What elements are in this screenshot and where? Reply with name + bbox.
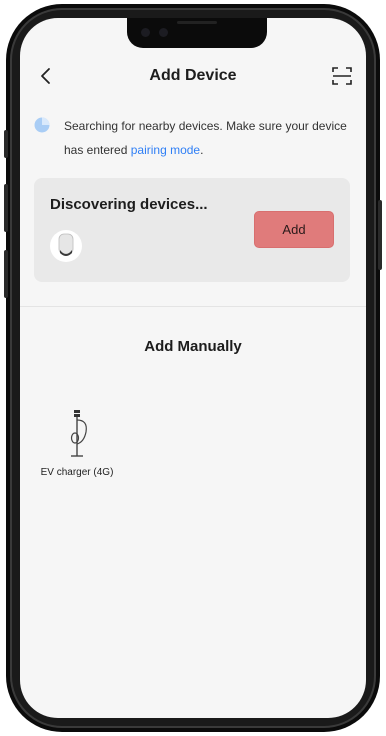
add-device-button[interactable]: Add	[254, 211, 334, 248]
camera-lens	[141, 28, 150, 37]
hint-text-main: Searching for nearby devices. Make sure …	[64, 119, 347, 157]
discovery-title: Discovering devices...	[50, 196, 208, 213]
manual-item-label: EV charger (4G)	[40, 467, 114, 478]
discovery-card: Discovering devices... Add	[34, 178, 350, 282]
ev-charger-device-icon	[58, 233, 74, 256]
searching-spinner-icon	[34, 117, 50, 133]
top-navigation-bar: Add Device	[20, 58, 366, 96]
add-manually-heading: Add Manually	[144, 338, 242, 355]
page-title: Add Device	[149, 67, 237, 84]
sensor-dot	[159, 28, 168, 37]
camera-notch	[127, 18, 267, 48]
side-button-left-3	[4, 250, 8, 298]
ev-charger-icon	[70, 410, 87, 457]
search-hint-text: Searching for nearby devices. Make sure …	[64, 114, 354, 162]
scan-frame-icon	[332, 67, 352, 85]
discovered-device-thumbnail	[50, 230, 82, 262]
manual-item-ev-charger[interactable]: EV charger (4G)	[40, 410, 114, 500]
hint-text-end: .	[200, 143, 204, 157]
pairing-mode-link[interactable]: pairing mode	[131, 143, 200, 157]
side-button-left-1	[4, 130, 8, 158]
speaker-grille	[177, 21, 217, 24]
app-screen: Add Device Searching for nearby devices.…	[20, 18, 366, 718]
section-divider	[20, 306, 366, 307]
scan-button[interactable]	[330, 64, 354, 88]
side-button-left-2	[4, 184, 8, 232]
side-button-right	[378, 200, 382, 270]
